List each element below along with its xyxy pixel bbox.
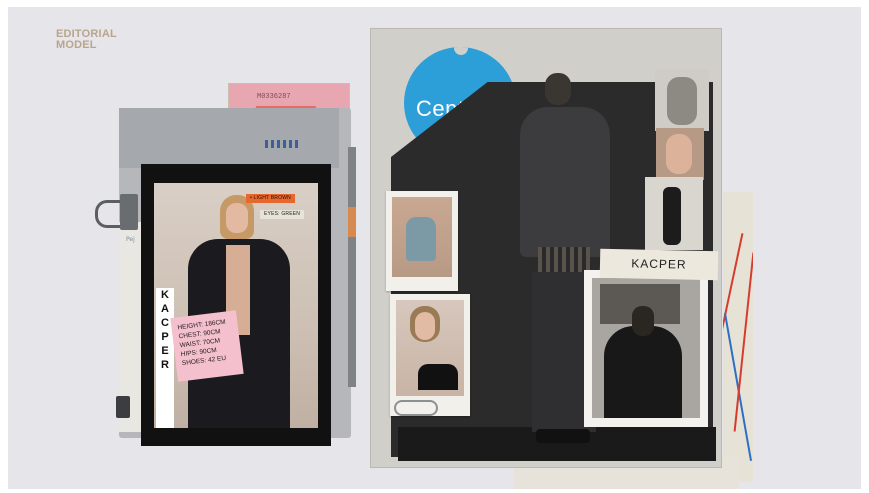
scribbled-paper [723, 192, 753, 482]
name-letter: A [161, 303, 169, 315]
small-clip [116, 396, 130, 418]
thumb-face [666, 134, 692, 174]
portrait-face [415, 312, 435, 340]
binder-clip-plate [120, 194, 138, 230]
folder-stripes [265, 140, 299, 148]
name-letter: E [161, 345, 169, 357]
side-tab-orange [348, 207, 356, 237]
model-photo-main [154, 183, 318, 428]
model-face [226, 203, 248, 233]
name-letter: K [161, 289, 169, 301]
thumb-shirtless [655, 69, 709, 131]
thumb-headshot [656, 128, 704, 180]
collage-stage: EDITORIAL MODEL M0336287 Pej K A C P E R… [8, 7, 861, 489]
logo-notch [454, 47, 468, 55]
figure-head [545, 73, 571, 105]
brand-logo: EDITORIAL MODEL [56, 29, 117, 51]
hair-color-tag: • LIGHT BROWN [246, 194, 295, 203]
polaroid-figure [406, 217, 436, 261]
figure-sandals [536, 429, 590, 443]
eye-color-tag: EYES: GREEN [260, 210, 305, 219]
polaroid-portrait [390, 294, 470, 416]
measurements-note: HEIGHT: 186CM CHEST: 90CM WAIST: 70CM HI… [170, 310, 244, 382]
brand-line2: MODEL [56, 39, 97, 51]
thumb-figure [667, 77, 697, 125]
figure-jacket [520, 107, 610, 257]
bw-photo [584, 270, 708, 427]
folder-side-tabs [348, 147, 356, 387]
polaroid-seated [386, 191, 458, 291]
scribble-mark [723, 233, 744, 351]
name-letter: R [161, 359, 169, 371]
folder-page-text: Pej [126, 236, 135, 243]
notepad-code: M0336287 [257, 93, 291, 101]
paperclip-icon [394, 400, 438, 416]
bw-head [632, 306, 654, 336]
vertical-name: K A C P E R [156, 288, 174, 428]
scribble-mark [733, 252, 753, 432]
thumb-figure [663, 187, 681, 245]
folder-tab [119, 108, 339, 168]
name-label: KACPER [599, 248, 719, 281]
thumb-full-length [645, 177, 703, 250]
bw-figure [604, 326, 682, 418]
portrait-top [418, 364, 458, 390]
